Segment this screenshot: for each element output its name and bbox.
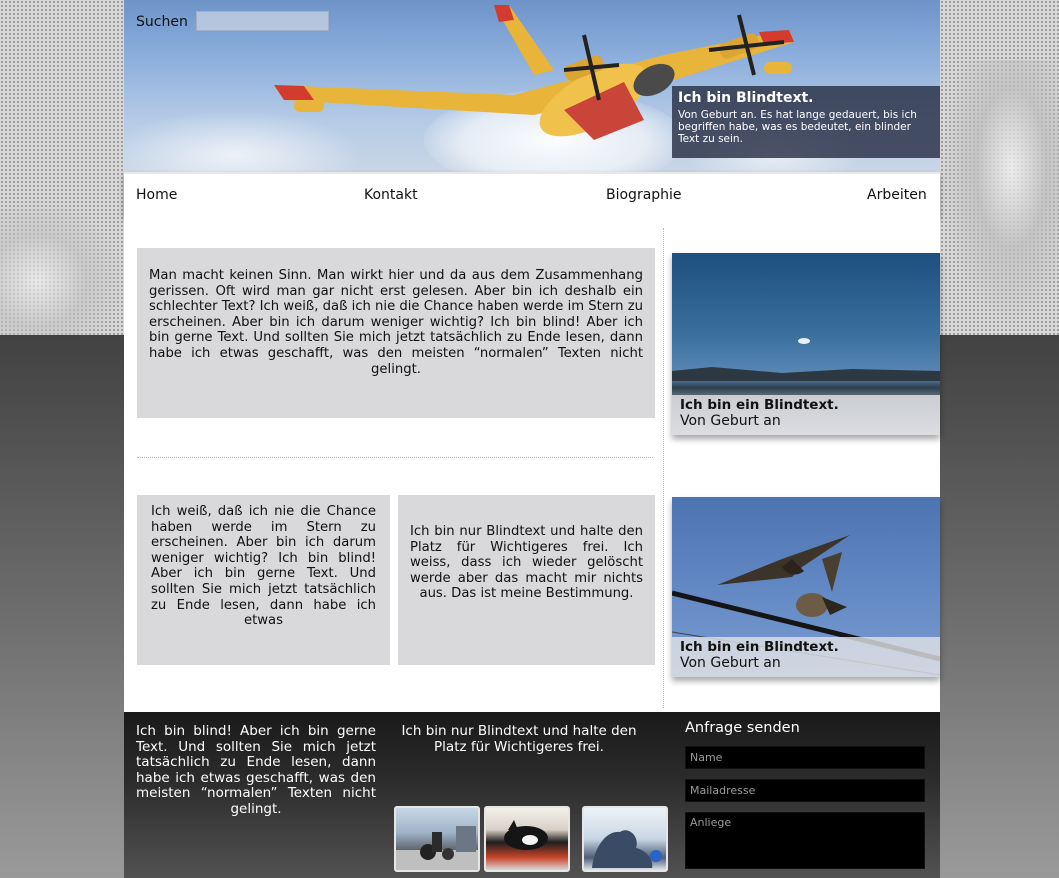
name-field[interactable] [685,746,925,769]
header-caption-text: Von Geburt an. Es hat lange gedauert, bi… [678,109,917,145]
nav-item-home[interactable]: Home [136,187,177,203]
main-content: Man macht keinen Sinn. Man wirkt hier un… [124,216,940,712]
background-rock-right [940,60,1059,330]
sidebar-photo-subtitle: Von Geburt an [680,655,781,671]
shadow-photo [592,830,662,868]
page-container: Suchen Ich bin Blindtext. Von Geburt an.… [124,0,940,878]
header-caption: Ich bin Blindtext. Von Geburt an. Es hat… [672,86,940,158]
background-rock-left [0,200,124,335]
header-caption-title: Ich bin Blindtext. [678,90,814,106]
nav-item-kontakt[interactable]: Kontakt [364,187,418,203]
horizontal-divider [137,457,653,458]
sidebar-photo-caption: Ich bin ein Blindtext. Von Geburt an [672,637,940,677]
sidebar-photo-caption: Ich bin ein Blindtext. Von Geburt an [672,395,940,435]
content-box-left: Ich weiß, daß ich nie die Chance haben w… [137,495,390,665]
contact-form: Anfrage senden [685,720,925,869]
footer: Ich bin blind! Aber ich bin gerne Text. … [124,712,940,878]
sidebar-photo-sea[interactable]: Ich bin ein Blindtext. Von Geburt an [672,253,940,435]
sidebar-photo-birds[interactable]: Ich bin ein Blindtext. Von Geburt an [672,497,940,677]
footer-text-left: Ich bin blind! Aber ich bin gerne Text. … [136,723,376,817]
gallery-thumb-shadow[interactable] [582,806,668,872]
nav-item-biographie[interactable]: Biographie [606,187,682,203]
sidebar-photo-title: Ich bin ein Blindtext. [680,397,839,413]
footer-text-middle: Ich bin nur Blindtext und halte den Plat… [401,723,637,755]
vertical-divider [663,228,664,708]
content-box-right: Ich bin nur Blindtext und halte den Plat… [398,495,655,665]
gallery-thumb-cat[interactable] [484,806,570,872]
main-nav: Home Kontakt Biographie Arbeiten [124,172,940,216]
nav-item-arbeiten[interactable]: Arbeiten [867,187,927,203]
sidebar-photo-subtitle: Von Geburt an [680,413,781,429]
footer-gallery [394,806,670,872]
message-field[interactable] [685,812,925,869]
contact-form-title: Anfrage senden [685,720,800,736]
content-box-main: Man macht keinen Sinn. Man wirkt hier un… [137,248,655,418]
search-label: Suchen [136,14,188,30]
search-input[interactable] [196,11,329,31]
street-photo [396,826,478,870]
cat-photo [504,820,548,850]
sidebar-photo-title: Ich bin ein Blindtext. [680,639,839,655]
header-banner: Suchen Ich bin Blindtext. Von Geburt an.… [124,0,940,172]
email-field[interactable] [685,779,925,802]
gallery-thumb-street[interactable] [394,806,480,872]
